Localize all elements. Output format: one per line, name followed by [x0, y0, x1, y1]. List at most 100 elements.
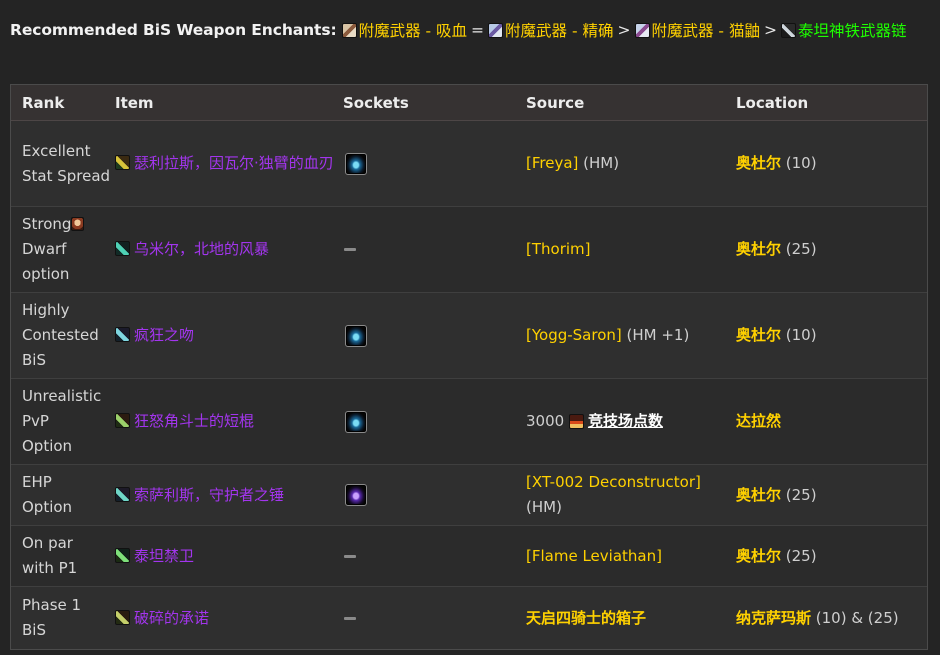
table-row: EHP Option 索萨利斯，守护者之锤 [XT-002 Deconstruc…: [11, 465, 927, 526]
item-cell: 疯狂之吻: [115, 293, 194, 378]
enchant-separator: >: [763, 21, 777, 39]
column-header-location: Location: [736, 93, 809, 112]
table-row: On par with P1 泰坦禁卫 [Flame Leviathan] 奥杜…: [11, 526, 927, 587]
no-socket-dash: [344, 616, 356, 620]
location-cell: 纳克萨玛斯 (10) & (25): [736, 587, 899, 649]
source-cell: 天启四骑士的箱子: [526, 587, 646, 649]
zone-link[interactable]: 奥杜尔: [736, 544, 781, 569]
table-row: Unrealistic PvP Option 狂怒角斗士的短棍 3000 竞技场…: [11, 379, 927, 465]
source-boss-link[interactable]: [Thorim]: [526, 237, 591, 262]
mace-icon: [115, 413, 130, 428]
zone-link[interactable]: 奥杜尔: [736, 323, 781, 348]
rank-text: EHP Option: [22, 473, 73, 516]
scroll-icon: [488, 22, 504, 38]
item-link[interactable]: 索萨利斯，守护者之锤: [115, 483, 284, 508]
item-link[interactable]: 疯狂之吻: [115, 323, 194, 348]
sword-icon: [115, 327, 130, 342]
rank-text: On par with P1: [22, 534, 78, 577]
zone-link[interactable]: 奥杜尔: [736, 151, 781, 176]
column-header-sockets: Sockets: [343, 93, 409, 112]
item-cell: 泰坦禁卫: [115, 526, 194, 586]
location-cell: 奥杜尔 (25): [736, 526, 817, 586]
rank-text: Unrealistic PvP Option: [22, 387, 102, 455]
zone-link[interactable]: 奥杜尔: [736, 237, 781, 262]
socket-cell: [344, 526, 356, 586]
item-link[interactable]: 瑟利拉斯，因瓦尔·独臂的血刃: [115, 151, 334, 176]
source-cell: 3000 竞技场点数: [526, 379, 663, 464]
table-row: Highly Contested BiS 疯狂之吻 [Yogg-Saron] (…: [11, 293, 927, 379]
no-socket-dash: [344, 248, 356, 251]
purple-gem-socket-icon[interactable]: [345, 484, 367, 506]
dwarf-race-icon: [71, 217, 85, 231]
rank-text-suffix: Dwarf option: [22, 240, 70, 283]
item-cell: 乌米尔，北地的风暴: [115, 207, 269, 292]
arena-points-link[interactable]: 竞技场点数: [588, 409, 663, 434]
location-cell: 奥杜尔 (25): [736, 207, 817, 292]
enchant-link-accuracy[interactable]: 附魔武器 - 精确: [488, 19, 614, 41]
item-link[interactable]: 狂怒角斗士的短棍: [115, 409, 254, 434]
column-header-rank: Rank: [22, 93, 65, 112]
rank-text: Excellent Stat Spread: [22, 141, 111, 185]
scroll-icon: [634, 22, 650, 38]
enchant-link-titanium-weapon-chain[interactable]: 泰坦神铁武器链: [780, 19, 906, 41]
sword-icon: [115, 241, 130, 256]
rank-text: Phase 1 BiS: [22, 596, 82, 639]
zone-link[interactable]: 纳克萨玛斯: [736, 606, 811, 631]
table-row: Strong Dwarf option 乌米尔，北地的风暴 [Thorim] 奥…: [11, 207, 927, 293]
item-cell: 狂怒角斗士的短棍: [115, 379, 254, 464]
item-link[interactable]: 泰坦禁卫: [115, 544, 194, 569]
enchant-separator: =: [471, 21, 485, 39]
column-header-item: Item: [115, 93, 154, 112]
enchant-chain: Recommended BiS Weapon Enchants: 附魔武器 - …: [10, 18, 906, 42]
location-cell: 奥杜尔 (10): [736, 121, 817, 206]
table-row: Phase 1 BiS 破碎的承诺 天启四骑士的箱子 纳克萨玛斯 (10) & …: [11, 587, 927, 649]
blue-gem-socket-icon[interactable]: [345, 152, 367, 175]
scroll-icon: [341, 22, 357, 38]
zone-link[interactable]: 达拉然: [736, 409, 781, 434]
sword-icon: [115, 155, 130, 170]
sword-icon: [115, 547, 130, 563]
no-socket-dash: [344, 554, 356, 558]
source-cell: [Yogg-Saron] (HM +1): [526, 293, 689, 378]
source-cell: [XT-002 Deconstructor] (HM): [526, 465, 701, 525]
socket-cell: [345, 121, 367, 206]
rank-text: Highly Contested BiS: [22, 301, 99, 369]
source-cell: [Thorim]: [526, 207, 591, 292]
sword-icon: [115, 609, 130, 625]
socket-cell: [344, 587, 356, 649]
location-cell: 奥杜尔 (10): [736, 293, 817, 378]
socket-cell: [345, 465, 367, 525]
arena-points-icon: [568, 414, 584, 429]
rank-cell: Strong Dwarf option: [22, 207, 114, 292]
item-link[interactable]: 乌米尔，北地的风暴: [115, 237, 269, 262]
enchant-link-mongoose[interactable]: 附魔武器 - 猫鼬: [634, 19, 760, 41]
item-cell: 瑟利拉斯，因瓦尔·独臂的血刃: [115, 121, 334, 206]
source-boss-link[interactable]: [Freya]: [526, 151, 578, 176]
source-chest-link[interactable]: 天启四骑士的箱子: [526, 606, 646, 631]
item-link[interactable]: 破碎的承诺: [115, 606, 209, 631]
rank-text: Strong: [22, 215, 72, 233]
source-boss-link[interactable]: [XT-002 Deconstructor]: [526, 470, 701, 495]
socket-cell: [344, 207, 356, 292]
enchant-separator: >: [617, 21, 631, 39]
source-boss-link[interactable]: [Yogg-Saron]: [526, 323, 622, 348]
item-cell: 索萨利斯，守护者之锤: [115, 465, 284, 525]
socket-cell: [345, 379, 367, 464]
item-cell: 破碎的承诺: [115, 587, 209, 649]
hammer-icon: [115, 486, 130, 502]
blue-gem-socket-icon[interactable]: [345, 410, 367, 433]
bis-weapon-table: Rank Item Sockets Source Location Excell…: [10, 84, 928, 650]
chain-icon: [780, 22, 796, 38]
source-cell: [Freya] (HM): [526, 121, 619, 206]
table-header: Rank Item Sockets Source Location: [11, 85, 927, 121]
enchant-chain-title: Recommended BiS Weapon Enchants:: [10, 21, 337, 39]
blue-gem-socket-icon[interactable]: [345, 324, 367, 347]
socket-cell: [345, 293, 367, 378]
zone-link[interactable]: 奥杜尔: [736, 483, 781, 508]
source-boss-link[interactable]: [Flame Leviathan]: [526, 544, 662, 569]
location-cell: 奥杜尔 (25): [736, 465, 817, 525]
location-cell: 达拉然: [736, 379, 781, 464]
table-row: Excellent Stat Spread 瑟利拉斯，因瓦尔·独臂的血刃 [Fr…: [11, 121, 927, 207]
source-cell: [Flame Leviathan]: [526, 526, 662, 586]
enchant-link-lifestealing[interactable]: 附魔武器 - 吸血: [341, 19, 467, 41]
